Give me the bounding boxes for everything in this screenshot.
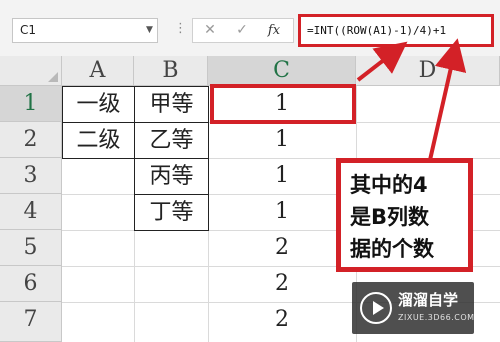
watermark-name: 溜溜自学 bbox=[398, 291, 459, 309]
play-icon bbox=[373, 301, 384, 315]
play-logo-icon bbox=[360, 292, 392, 324]
watermark-url: ZIXUE.3D66.COM bbox=[398, 313, 475, 322]
arrow-cell-to-formula bbox=[356, 41, 408, 82]
callout-line-1: 其中的4 bbox=[350, 173, 428, 197]
arrow-callout-to-formula bbox=[428, 38, 467, 161]
callout-line-3: 据的个数 bbox=[350, 237, 434, 261]
watermark: 溜溜自学 ZIXUE.3D66.COM bbox=[352, 282, 474, 334]
callout-line-2: 是B列数 bbox=[350, 205, 430, 229]
annotation-callout: 其中的4 是B列数 据的个数 bbox=[336, 158, 473, 272]
